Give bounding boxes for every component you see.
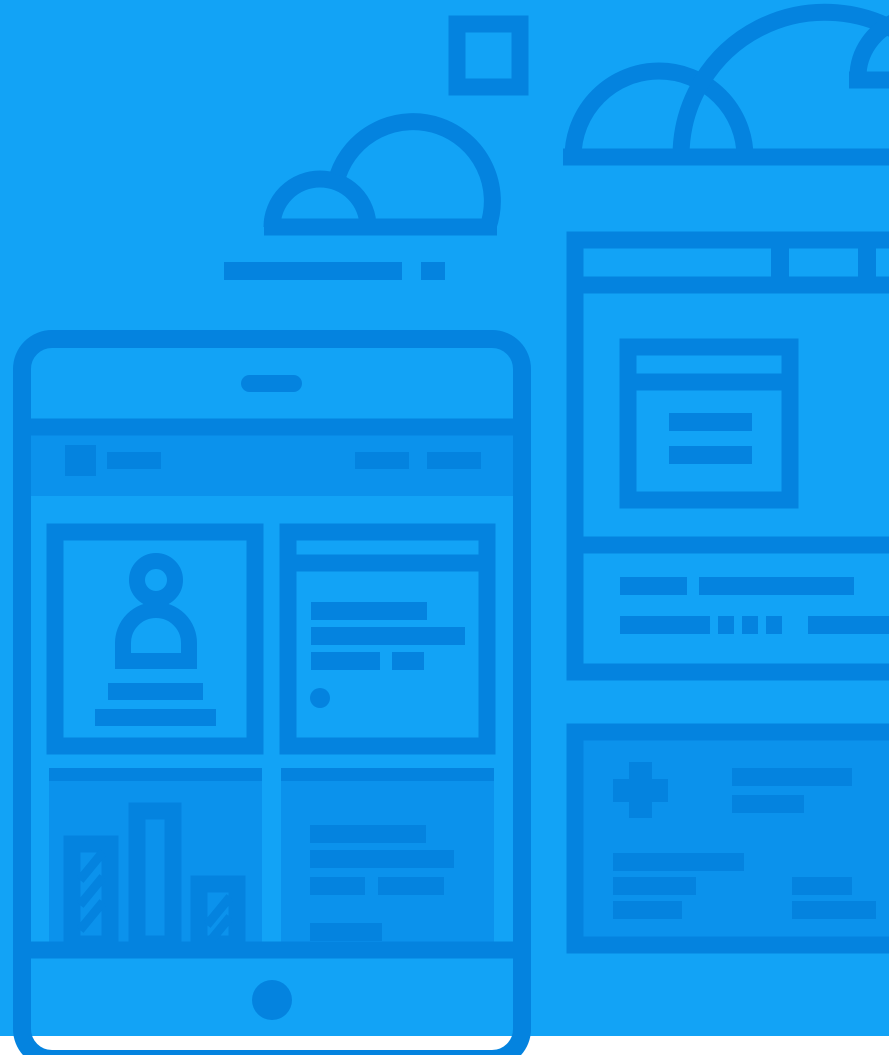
- text-line: [808, 616, 889, 634]
- text-line: [224, 262, 402, 280]
- browser-tab-divider: [858, 240, 876, 285]
- home-button-icon: [252, 980, 292, 1020]
- text-line: [310, 825, 426, 843]
- text-line: [732, 795, 804, 813]
- text-line: [613, 901, 682, 919]
- text-line: [310, 923, 382, 941]
- text-line: [620, 577, 687, 595]
- text-line: [792, 901, 876, 919]
- nav-text: [355, 452, 409, 469]
- text-line: [732, 768, 852, 786]
- text-line: [792, 877, 852, 895]
- web-devices-illustration: [0, 0, 889, 1055]
- text-dot: [718, 616, 734, 634]
- text-dot: [766, 616, 782, 634]
- nav-text: [107, 452, 161, 469]
- medical-card: [566, 723, 889, 954]
- logo-icon: [65, 445, 96, 476]
- browser-tab-divider: [771, 240, 789, 285]
- nav-text: [427, 452, 481, 469]
- text-line: [378, 877, 444, 895]
- speaker-slot: [241, 375, 302, 392]
- text-dot: [421, 262, 445, 280]
- text-line: [613, 877, 696, 895]
- text-line: [620, 616, 710, 634]
- text-line: [310, 877, 365, 895]
- text-line: [613, 853, 744, 871]
- text-line: [699, 577, 854, 595]
- text-line: [310, 850, 454, 868]
- text-dot: [742, 616, 758, 634]
